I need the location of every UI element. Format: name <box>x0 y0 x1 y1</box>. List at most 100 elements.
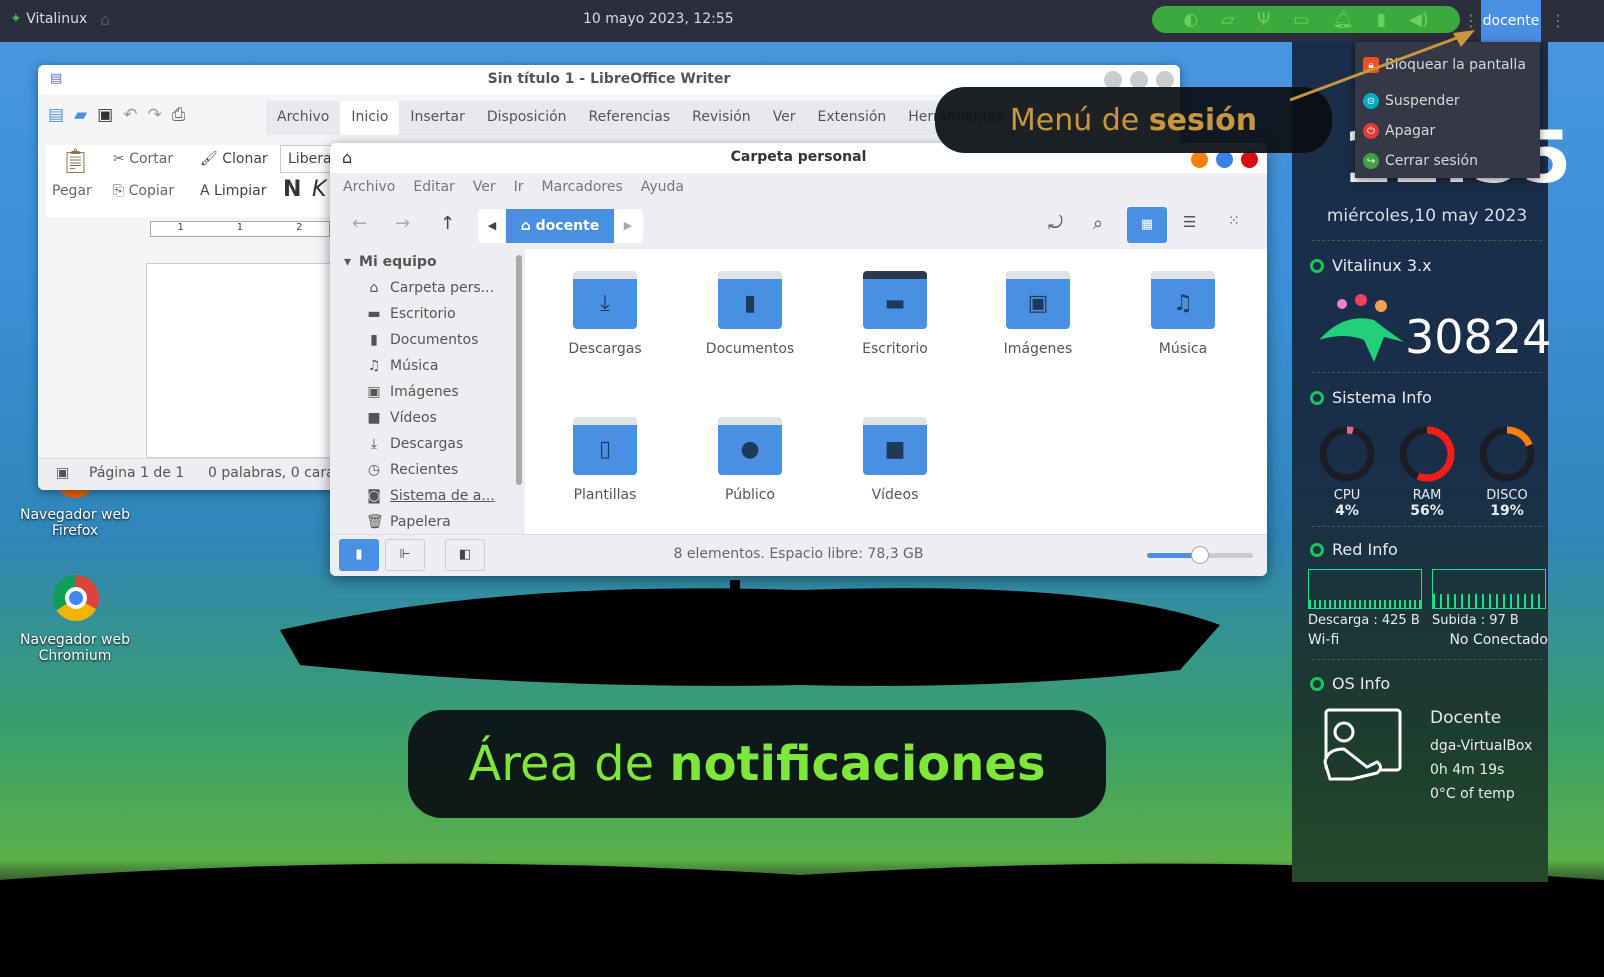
gauge-label: CPU <box>1333 488 1361 503</box>
tab-extension[interactable]: Extensión <box>807 101 898 135</box>
zoom-slider-handle[interactable] <box>1191 546 1209 564</box>
back-icon[interactable]: ← <box>352 213 367 234</box>
bold-button[interactable]: N <box>283 177 301 202</box>
close-button[interactable] <box>1241 151 1258 168</box>
tab-inicio[interactable]: Inicio <box>340 101 400 135</box>
sidebar-item-videos[interactable]: ■ Vídeos <box>330 405 525 431</box>
upload-rate: Subida : 97 B <box>1432 613 1519 628</box>
folder-escritorio[interactable]: ▬ Escritorio <box>835 271 955 357</box>
network-icon[interactable]: ▱ <box>1221 10 1234 30</box>
document-icon: ▮ <box>370 332 378 348</box>
new-icon[interactable]: ▤ <box>48 105 64 125</box>
save-icon[interactable]: ▣ <box>97 105 113 125</box>
cut-button[interactable]: ✂ Cortar <box>113 151 173 167</box>
menu-item-label: Cerrar sesión <box>1385 153 1478 169</box>
connection-status: No Conectado <box>1449 632 1548 648</box>
menu-ayuda[interactable]: Ayuda <box>641 179 684 197</box>
usb-icon[interactable]: Ψ <box>1257 10 1270 30</box>
sidebar-scrollbar[interactable] <box>516 255 522 485</box>
tab-revision[interactable]: Revisión <box>681 101 762 135</box>
sidebar-item-carpeta-personal[interactable]: ⌂ Carpeta pers... <box>330 275 525 301</box>
icon-view-button[interactable]: ▦ <box>1127 207 1167 243</box>
menu-ver[interactable]: Ver <box>473 179 496 197</box>
callout-notifications: Área de notificaciones <box>408 710 1106 818</box>
path-right-icon[interactable]: ▶ <box>614 209 642 243</box>
menu-marcadores[interactable]: Marcadores <box>542 179 623 197</box>
folder-label: Vídeos <box>871 487 919 503</box>
desktop-icon-chromium[interactable]: Navegador web Chromium <box>15 632 135 664</box>
folder-label: Público <box>725 487 775 503</box>
sidebar-item-sistema[interactable]: ◙ Sistema de a... <box>330 483 525 509</box>
forward-icon[interactable]: → <box>395 213 410 234</box>
tab-ver[interactable]: Ver <box>762 101 807 135</box>
menu-archivo[interactable]: Archivo <box>343 179 395 197</box>
panel-kebab-icon[interactable]: ⋮ <box>1550 11 1566 30</box>
folder-imagenes[interactable]: ▣ Imágenes <box>978 271 1098 357</box>
gauge-label: DISCO <box>1486 488 1528 503</box>
sidebar-item-label: Sistema de a... <box>390 488 495 504</box>
path-left-icon[interactable]: ◀ <box>478 209 506 243</box>
paste-icon[interactable]: 📋︎ <box>60 147 90 175</box>
menu-item-shutdown[interactable]: ⏻ Apagar <box>1355 116 1540 146</box>
print-icon[interactable]: ⎙ <box>172 105 186 125</box>
tab-archivo[interactable]: Archivo <box>266 101 340 135</box>
zoom-slider[interactable] <box>1147 546 1253 564</box>
maximize-button[interactable] <box>1216 151 1233 168</box>
list-view-icon[interactable]: ☰ <box>1183 213 1196 231</box>
search-icon[interactable]: ⌕ <box>1093 213 1103 234</box>
menu-ir[interactable]: Ir <box>514 179 524 197</box>
sidebar-item-label: Vídeos <box>390 410 437 426</box>
folder-musica[interactable]: ♫ Música <box>1123 271 1243 357</box>
section-title: Red Info <box>1332 540 1398 559</box>
os-host: dga-VirtualBox <box>1430 738 1533 754</box>
sidebar-item-musica[interactable]: ♫ Música <box>330 353 525 379</box>
power-icon: ⏻ <box>1363 123 1379 139</box>
datetime[interactable]: 10 mayo 2023, 12:55 <box>583 11 734 27</box>
folder-descargas[interactable]: ⤓ Descargas <box>545 271 665 357</box>
paste-button[interactable]: Pegar <box>52 183 92 199</box>
open-icon[interactable]: ▰ <box>74 105 87 125</box>
sidebar-item-documentos[interactable]: ▮ Documentos <box>330 327 525 353</box>
sidebar-item-descargas[interactable]: ⤓ Descargas <box>330 431 525 457</box>
sidebar-item-escritorio[interactable]: ▬ Escritorio <box>330 301 525 327</box>
compact-view-icon[interactable]: ⁙ <box>1228 213 1240 229</box>
sidebar-item-imagenes[interactable]: ▣ Imágenes <box>330 379 525 405</box>
tab-referencias[interactable]: Referencias <box>578 101 682 135</box>
clear-format-button[interactable]: A Limpiar <box>200 183 266 199</box>
folder-publico[interactable]: ● Público <box>690 417 810 503</box>
menu-item-logout[interactable]: ↪ Cerrar sesión <box>1355 146 1540 176</box>
sidebar-header-mi-equipo[interactable]: ▾ Mi equipo <box>330 249 525 275</box>
document-page[interactable] <box>146 263 346 458</box>
document-icon: ▮ <box>718 271 782 329</box>
sidebar-item-papelera[interactable]: 🗑︎ Papelera <box>330 509 525 535</box>
undo-icon[interactable]: ↶ <box>123 105 137 125</box>
contrast-icon[interactable]: ◐ <box>1183 10 1198 30</box>
folder-plantillas[interactable]: ▯ Plantillas <box>545 417 665 503</box>
menu-editar[interactable]: Editar <box>413 179 454 197</box>
history-icon[interactable]: ⤾ <box>1048 213 1063 234</box>
folder-videos[interactable]: ■ Vídeos <box>835 417 955 503</box>
clock-date: miércoles,10 may 2023 <box>1326 206 1528 226</box>
up-icon[interactable]: ↑ <box>440 213 455 234</box>
sidebar-item-recientes[interactable]: ◷ Recientes <box>330 457 525 483</box>
copy-button[interactable]: ⎘ Copiar <box>113 183 174 199</box>
download-graph <box>1308 569 1422 609</box>
ruler[interactable]: 1 1 2 <box>150 221 330 237</box>
path-button-docente[interactable]: ⌂ docente <box>506 209 614 243</box>
desktop-icon-firefox[interactable]: Navegador web Firefox <box>15 507 135 539</box>
vitalinux-menu-button[interactable]: ✦ Vitalinux <box>10 11 87 27</box>
home-icon: ⌂ <box>369 280 379 296</box>
navigation-bar: ← → ↑ ◀ ⌂ docente ▶ ⤾ ⌕ ▦ ☰ ⁙ <box>330 203 1267 249</box>
tab-insertar[interactable]: Insertar <box>399 101 476 135</box>
download-rate: Descarga : 425 B <box>1308 613 1420 628</box>
minimize-button[interactable] <box>1191 151 1208 168</box>
italic-button[interactable]: K <box>312 177 326 202</box>
folder-documentos[interactable]: ▮ Documentos <box>690 271 810 357</box>
chromium-icon[interactable] <box>53 575 99 621</box>
redo-icon[interactable]: ↷ <box>147 105 161 125</box>
image-icon: ▣ <box>367 384 381 400</box>
tab-disposicion[interactable]: Disposición <box>476 101 578 135</box>
clone-button[interactable]: 🖌︎ Clonar <box>200 151 268 167</box>
home-icon[interactable]: ⌂ <box>100 10 110 29</box>
user-session-button[interactable]: docente <box>1481 0 1541 42</box>
